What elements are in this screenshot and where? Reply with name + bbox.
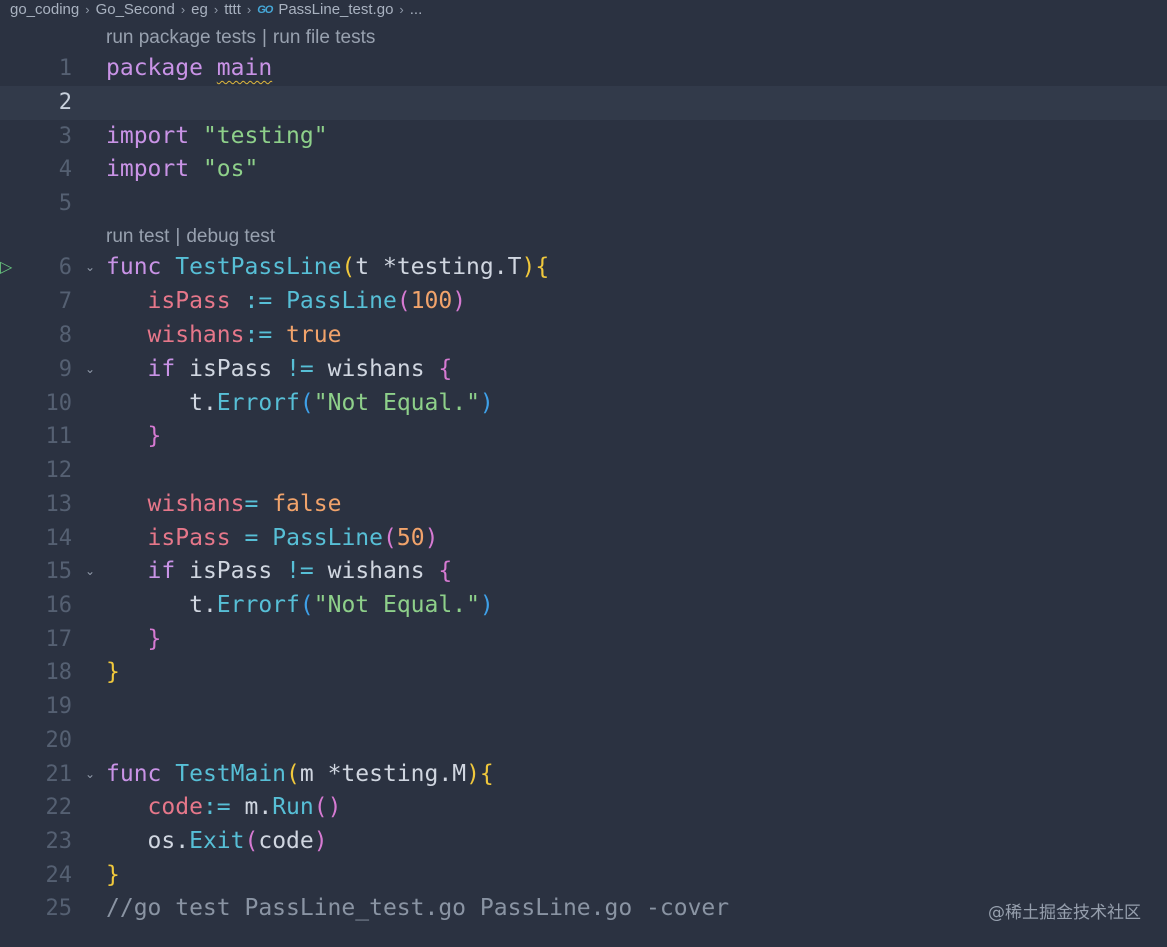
code-line-20: 20: [0, 724, 1167, 758]
line-number: 2: [58, 90, 72, 115]
debug-test-link[interactable]: debug test: [186, 226, 275, 247]
code-line-23: 23 os.Exit(code): [0, 825, 1167, 859]
code-line-16: 16 t.Errorf("Not Equal."): [0, 589, 1167, 623]
code-text: t.Errorf("Not Equal."): [189, 592, 494, 618]
line-number: 8: [58, 323, 72, 348]
code-text: }: [147, 423, 162, 449]
line-number: 23: [45, 829, 73, 854]
code-editor[interactable]: run package tests | run file tests 1 packa…: [0, 20, 1167, 947]
chevron-right-icon: ›: [399, 2, 404, 17]
line-number: 24: [45, 863, 73, 888]
chevron-right-icon: ›: [180, 2, 186, 17]
code-text: isPass = PassLine(50): [147, 525, 439, 551]
go-file-icon: GO: [257, 4, 273, 16]
breadcrumb-item-more[interactable]: ...: [410, 1, 423, 19]
code-line-12: 12: [0, 454, 1167, 488]
code-line-3: 3 import "testing": [0, 120, 1167, 154]
code-line-4: 4 import "os": [0, 153, 1167, 187]
code-text: if isPass != wishans {: [147, 356, 453, 382]
code-line-22: 22 code:= m.Run(): [0, 791, 1167, 825]
line-number: 12: [45, 458, 73, 483]
line-number: 3: [58, 124, 72, 149]
code-line-11: 11 }: [0, 420, 1167, 454]
codelens-test: run test | debug test: [106, 225, 275, 249]
code-text: package main: [106, 55, 273, 81]
chevron-right-icon: ›: [85, 2, 90, 17]
code-line-15: 15 ⌄ if isPass != wishans {: [0, 555, 1167, 589]
line-number: 16: [45, 593, 73, 618]
codelens-package: run package tests | run file tests: [106, 26, 375, 50]
breadcrumb-item-go-coding[interactable]: go_coding: [10, 1, 79, 19]
code-text: func TestPassLine(t *testing.T){: [106, 254, 550, 280]
line-number: 22: [45, 795, 73, 820]
code-line-10: 10 t.Errorf("Not Equal."): [0, 387, 1167, 421]
line-number: 10: [45, 391, 73, 416]
line-number: 18: [45, 660, 73, 685]
watermark: @稀土掘金技术社区: [988, 903, 1141, 923]
fold-chevron-icon[interactable]: ⌄: [82, 353, 98, 387]
code-line-2-current: 2: [0, 86, 1167, 120]
code-text: import "testing": [106, 123, 328, 149]
run-package-tests-link[interactable]: run package tests: [106, 27, 256, 48]
code-text: t.Errorf("Not Equal."): [189, 390, 494, 416]
line-number: 25: [45, 896, 73, 921]
code-text: isPass := PassLine(100): [147, 288, 467, 314]
code-line-18: 18 }: [0, 656, 1167, 690]
line-number: 17: [45, 627, 73, 652]
code-line-5: 5: [0, 187, 1167, 221]
code-text: if isPass != wishans {: [147, 558, 453, 584]
code-line-8: 8 wishans:= true: [0, 319, 1167, 353]
code-line-17: 17 }: [0, 623, 1167, 657]
code-text: }: [106, 862, 120, 888]
line-number: 1: [58, 56, 72, 81]
line-number: 4: [58, 157, 72, 182]
breadcrumb-item-eg[interactable]: eg: [191, 1, 208, 19]
line-number: 7: [58, 289, 72, 314]
code-line-13: 13 wishans= false: [0, 488, 1167, 522]
fold-chevron-icon[interactable]: ⌄: [82, 758, 98, 792]
breadcrumb-item-file[interactable]: PassLine_test.go: [278, 1, 393, 19]
code-text: code:= m.Run(): [147, 794, 342, 820]
line-number: 20: [45, 728, 73, 753]
code-text: func TestMain(m *testing.M){: [106, 761, 494, 787]
fold-chevron-icon[interactable]: ⌄: [82, 251, 98, 285]
code-text: wishans= false: [147, 491, 342, 517]
code-text: os.Exit(code): [147, 828, 328, 854]
line-number: 9: [58, 357, 72, 382]
code-line-14: 14 isPass = PassLine(50): [0, 522, 1167, 556]
code-line-24: 24 }: [0, 859, 1167, 893]
code-text: }: [106, 659, 120, 685]
line-number: 19: [45, 694, 73, 719]
code-line-19: 19: [0, 690, 1167, 724]
code-text: wishans:= true: [147, 322, 342, 348]
code-text: import "os": [106, 156, 259, 182]
breadcrumb: go_coding › Go_Second › eg › tttt › GO P…: [10, 0, 422, 20]
code-text: }: [147, 626, 162, 652]
run-test-link[interactable]: run test: [106, 226, 169, 247]
chevron-right-icon: ›: [246, 2, 252, 17]
codelens-separator: |: [261, 27, 267, 48]
breadcrumb-item-go-second[interactable]: Go_Second: [96, 1, 175, 19]
line-number: 6: [58, 255, 72, 280]
breadcrumb-item-tttt[interactable]: tttt: [224, 1, 241, 19]
line-number: 21: [45, 762, 73, 787]
code-text: //go test PassLine_test.go PassLine.go -…: [106, 895, 730, 921]
line-number: 15: [45, 559, 73, 584]
fold-chevron-icon[interactable]: ⌄: [82, 555, 98, 589]
line-number: 14: [45, 526, 73, 551]
line-number: 11: [45, 424, 73, 449]
package-name-warning[interactable]: main: [217, 55, 272, 81]
code-line-21: 21 ⌄ func TestMain(m *testing.M){: [0, 758, 1167, 792]
code-line-9: 9 ⌄ if isPass != wishans {: [0, 353, 1167, 387]
run-file-tests-link[interactable]: run file tests: [273, 27, 375, 48]
code-line-7: 7 isPass := PassLine(100): [0, 285, 1167, 319]
line-number: 5: [58, 191, 72, 216]
code-line-1: 1 package main: [0, 52, 1167, 86]
line-number: 13: [45, 492, 73, 517]
chevron-right-icon: ›: [213, 2, 219, 17]
code-line-6: ▷ 6 ⌄ func TestPassLine(t *testing.T){: [0, 251, 1167, 285]
codelens-separator: |: [175, 226, 181, 247]
